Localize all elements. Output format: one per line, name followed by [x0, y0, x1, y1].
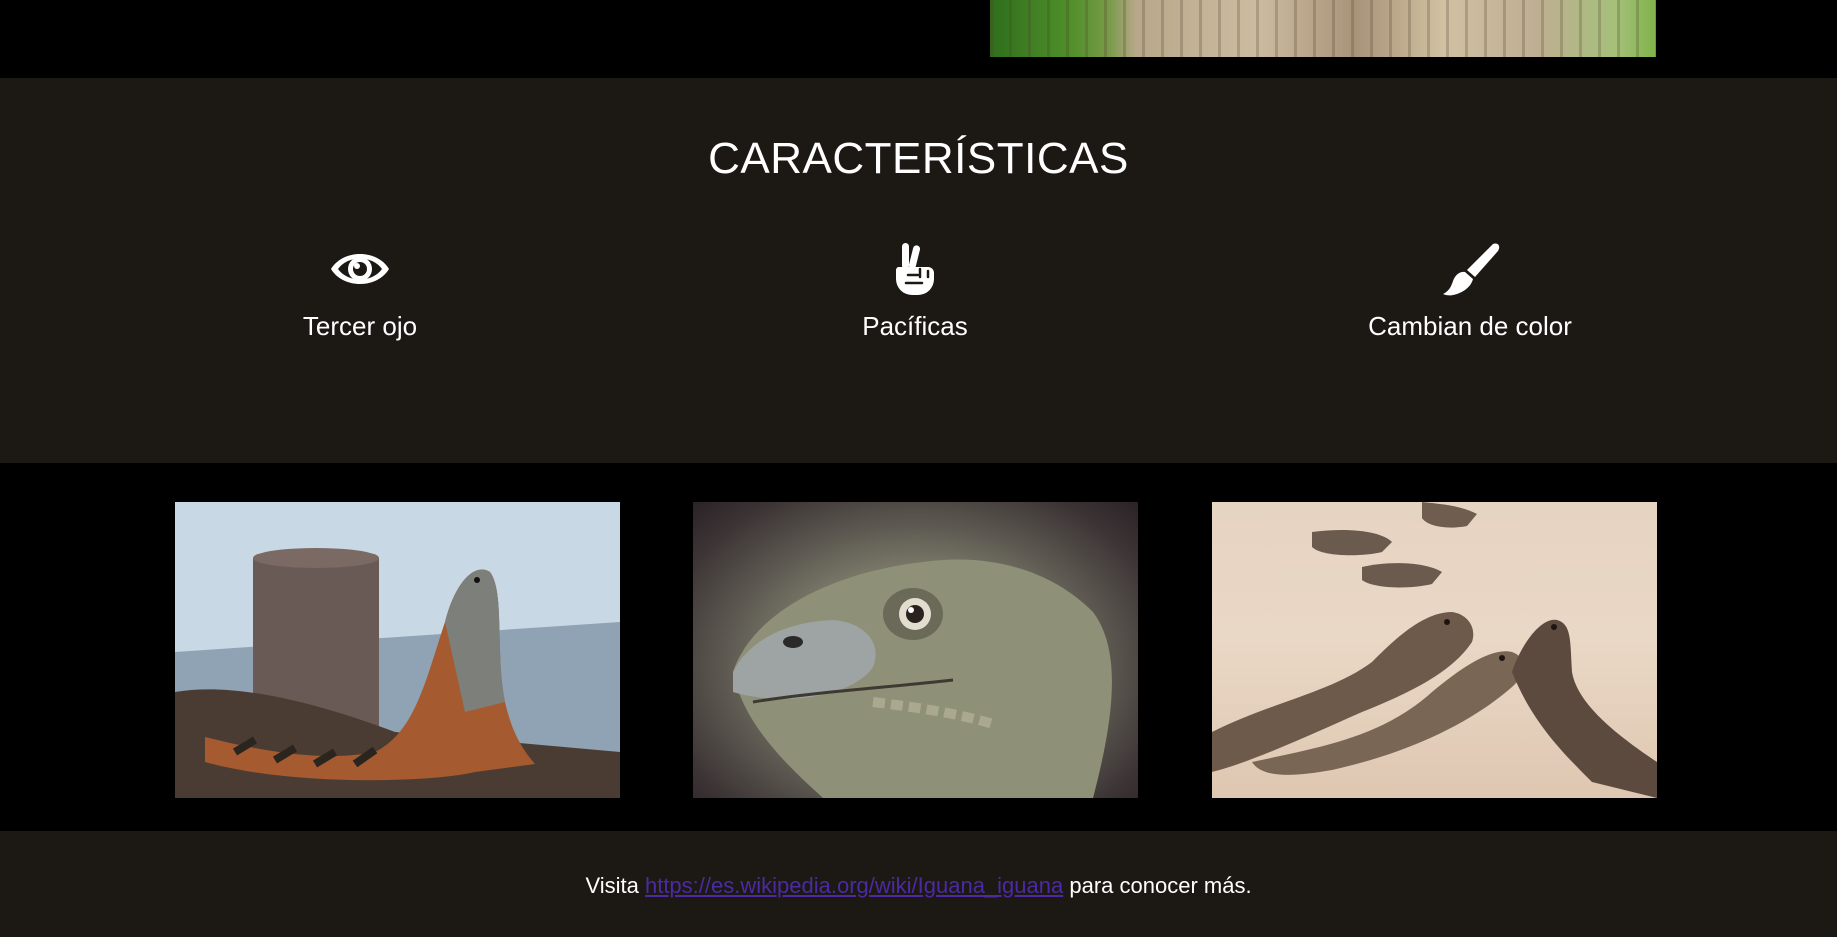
iguana-photo-shore [175, 502, 620, 798]
footer-prefix: Visita [585, 873, 639, 898]
footer: Visita https://es.wikipedia.org/wiki/Igu… [0, 831, 1837, 937]
iguana-photo-closeup [693, 502, 1138, 798]
features-section: CARACTERÍSTICAS Tercer ojo Pacíficas Cam… [0, 78, 1837, 463]
feature-third-eye: Tercer ojo [80, 241, 640, 342]
feature-label: Cambian de color [1368, 311, 1572, 341]
feature-label: Tercer ojo [302, 311, 418, 341]
peace-hand-icon [895, 243, 934, 295]
features-title: CARACTERÍSTICAS [708, 134, 1129, 183]
top-image-strip [0, 0, 1837, 78]
footer-suffix: para conocer más. [1069, 873, 1252, 898]
feature-peaceful: Pacíficas [635, 241, 1195, 342]
footer-text: Visita https://es.wikipedia.org/wiki/Igu… [0, 873, 1837, 899]
feature-change-color: Cambian de color [1190, 241, 1750, 342]
iguana-photo-top [990, 0, 1656, 57]
photo-gallery [0, 463, 1837, 831]
wikipedia-link[interactable]: https://es.wikipedia.org/wiki/Iguana_igu… [645, 873, 1063, 898]
iguana-photo-beach-group [1212, 502, 1657, 798]
feature-label: Pacíficas [862, 311, 968, 341]
page: CARACTERÍSTICAS Tercer ojo Pacíficas Cam… [0, 0, 1837, 937]
paint-brush-icon [1443, 243, 1500, 296]
eye-icon [331, 254, 389, 284]
